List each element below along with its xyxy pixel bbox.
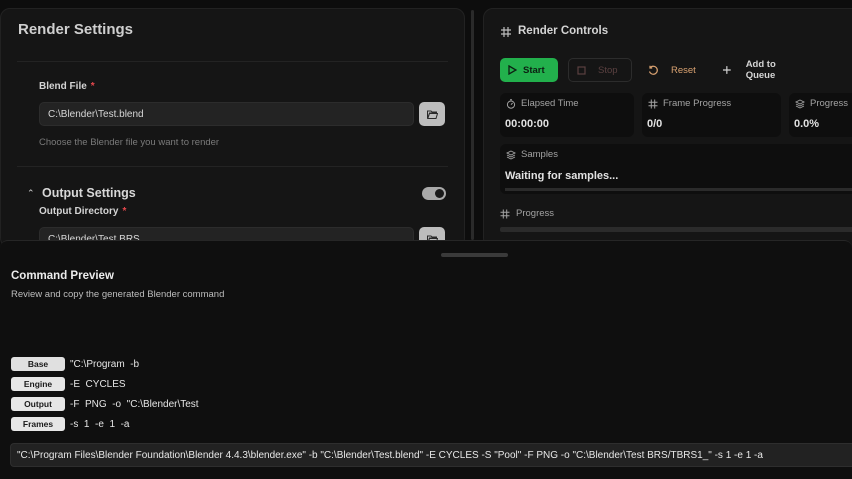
- render-settings-title: Render Settings: [18, 21, 134, 38]
- elapsed-time-value: 00:00:00: [505, 118, 550, 130]
- start-button[interactable]: Start: [500, 58, 558, 82]
- layers-icon: [795, 98, 805, 109]
- command-value: "C:\Program -b: [70, 358, 140, 370]
- frame-progress-card: Frame Progress 0/0: [642, 93, 781, 137]
- elapsed-time-card: Elapsed Time 00:00:00: [500, 93, 634, 137]
- divider: [17, 61, 448, 62]
- chevron-up-icon[interactable]: ⌃: [27, 188, 35, 199]
- progress-section-label-text: Progress: [516, 208, 555, 219]
- render-controls-panel: Render Controls Start Stop Reset Add to …: [483, 8, 852, 248]
- command-badge: Frames: [11, 417, 65, 431]
- start-label: Start: [523, 64, 545, 76]
- folder-open-icon: [426, 110, 438, 119]
- drawer-drag-handle[interactable]: [441, 253, 508, 257]
- command-row-engine: Engine -E CYCLES: [11, 376, 126, 392]
- output-directory-label-text: Output Directory: [39, 206, 119, 217]
- stop-button[interactable]: Stop: [568, 58, 632, 82]
- hash-icon: [500, 209, 510, 218]
- blend-file-label: Blend File *: [39, 81, 95, 92]
- elapsed-time-label-text: Elapsed Time: [521, 98, 579, 109]
- frame-progress-value: 0/0: [647, 118, 663, 130]
- blend-file-helper: Choose the Blender file you want to rend…: [39, 137, 220, 148]
- plus-icon: [722, 66, 731, 74]
- required-mark: *: [122, 206, 127, 217]
- command-row-output: Output -F PNG -o "C:\Blender\Test: [11, 396, 199, 412]
- output-settings-title[interactable]: Output Settings: [42, 186, 136, 200]
- play-icon: [508, 65, 517, 75]
- reset-button[interactable]: Reset: [640, 58, 706, 82]
- elapsed-time-label: Elapsed Time: [506, 98, 579, 109]
- timer-icon: [506, 98, 516, 109]
- frame-progress-label: Frame Progress: [648, 98, 731, 109]
- samples-label-text: Samples: [521, 149, 558, 160]
- reset-icon: [648, 65, 658, 75]
- stop-icon: [577, 65, 586, 75]
- command-row-base: Base "C:\Program -b: [11, 356, 139, 372]
- command-badge: Engine: [11, 377, 65, 391]
- command-value: -s 1 -e 1 -a: [70, 418, 130, 430]
- command-badge: Base: [11, 357, 65, 371]
- add-to-queue-button[interactable]: Add to Queue: [714, 58, 814, 82]
- command-preview-description: Review and copy the generated Blender co…: [11, 289, 225, 300]
- command-row-frames: Frames -s 1 -e 1 -a: [11, 416, 129, 432]
- render-settings-panel: Render Settings Blend File * C:\Blender\T…: [0, 8, 465, 248]
- render-controls-title: Render Controls: [518, 25, 609, 37]
- hash-icon: [501, 27, 511, 37]
- command-preview-title: Command Preview: [11, 270, 114, 282]
- command-value: -E CYCLES: [70, 378, 126, 390]
- progress-section-label: Progress: [500, 208, 554, 219]
- progress-card: Progress 0.0%: [789, 93, 852, 137]
- progress-label: Progress: [795, 98, 848, 109]
- command-value: -F PNG -o "C:\Blender\Test: [70, 398, 199, 410]
- reset-label: Reset: [671, 64, 696, 76]
- blend-file-input[interactable]: C:\Blender\Test.blend: [39, 102, 414, 126]
- browse-blend-file-button[interactable]: [419, 102, 445, 126]
- progress-label-text: Progress: [810, 98, 849, 109]
- stop-label: Stop: [598, 64, 618, 76]
- samples-bar: [505, 188, 852, 191]
- add-to-queue-label: Add to Queue: [745, 59, 776, 81]
- divider: [17, 166, 448, 167]
- progress-bar: [500, 227, 852, 232]
- output-settings-toggle[interactable]: [422, 187, 446, 200]
- command-preview-drawer: Command Preview Review and copy the gene…: [0, 240, 852, 479]
- hash-icon: [648, 99, 658, 108]
- samples-label: Samples: [506, 149, 558, 160]
- frame-progress-label-text: Frame Progress: [663, 98, 732, 109]
- layers-icon: [506, 149, 516, 160]
- progress-value: 0.0%: [794, 118, 820, 130]
- panel-resize-handle[interactable]: [471, 10, 474, 240]
- command-badge: Output: [11, 397, 65, 411]
- output-directory-label: Output Directory *: [39, 206, 126, 217]
- blend-file-label-text: Blend File: [39, 81, 87, 92]
- samples-card: Samples Waiting for samples...: [500, 144, 852, 194]
- full-command-field[interactable]: "C:\Program Files\Blender Foundation\Ble…: [10, 443, 852, 467]
- samples-status: Waiting for samples...: [505, 170, 619, 182]
- required-mark: *: [90, 81, 95, 92]
